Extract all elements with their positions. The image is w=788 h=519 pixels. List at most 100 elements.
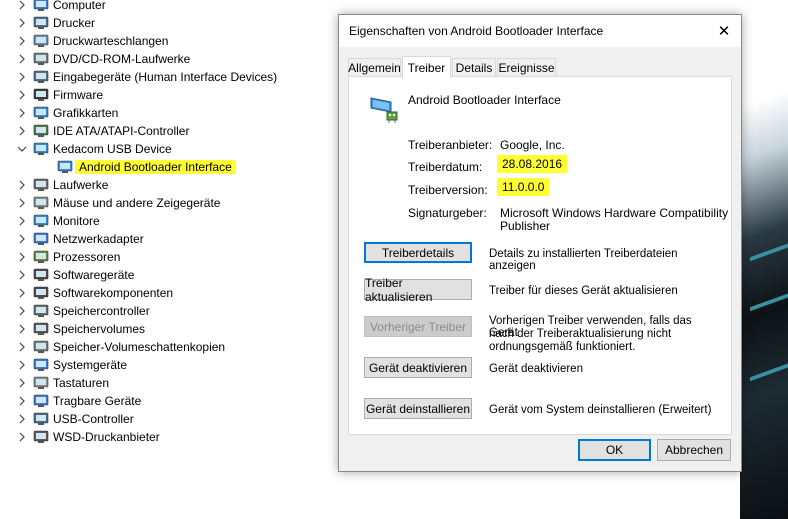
tree-item[interactable]: Speichervolumes bbox=[17, 320, 145, 338]
chevron-right-icon[interactable] bbox=[17, 104, 27, 122]
tree-item[interactable]: Laufwerke bbox=[17, 176, 108, 194]
system-device-icon bbox=[33, 357, 49, 373]
print-queue-icon bbox=[33, 33, 49, 49]
tree-item-label: Drucker bbox=[53, 16, 96, 30]
chevron-right-icon[interactable] bbox=[17, 32, 27, 50]
chevron-right-icon[interactable] bbox=[17, 86, 27, 104]
chevron-right-icon[interactable] bbox=[17, 428, 27, 446]
signer-label: Signaturgeber: bbox=[408, 206, 487, 220]
chevron-right-icon[interactable] bbox=[17, 194, 27, 212]
dialog-title: Eigenschaften von Android Bootloader Int… bbox=[349, 24, 604, 38]
tree-item[interactable]: Netzwerkadapter bbox=[17, 230, 144, 248]
close-icon[interactable]: ✕ bbox=[707, 15, 741, 47]
tree-item[interactable]: Drucker bbox=[17, 14, 95, 32]
tree-item[interactable]: WSD-Druckanbieter bbox=[17, 428, 160, 446]
tree-item[interactable]: Tragbare Geräte bbox=[17, 392, 141, 410]
hid-icon bbox=[33, 69, 49, 85]
tree-item-label: Android Bootloader Interface bbox=[75, 160, 236, 174]
chevron-right-icon[interactable] bbox=[17, 320, 27, 338]
ide-controller-icon bbox=[33, 123, 49, 139]
tree-item-label: Computer bbox=[53, 0, 106, 12]
cancel-button[interactable]: Abbrechen bbox=[657, 439, 731, 461]
driver-details-button[interactable]: Treiberdetails bbox=[364, 242, 472, 263]
tree-item[interactable]: USB-Controller bbox=[17, 410, 134, 428]
chevron-right-icon[interactable] bbox=[17, 0, 27, 14]
tree-item-label: Monitore bbox=[53, 214, 100, 228]
chevron-right-icon[interactable] bbox=[17, 374, 27, 392]
driver-date-label: Treiberdatum: bbox=[408, 160, 483, 174]
tree-item[interactable]: Druckwarteschlangen bbox=[17, 32, 168, 50]
tree-item-label: Speichercontroller bbox=[53, 304, 150, 318]
tree-item[interactable]: Android Bootloader Interface bbox=[57, 158, 236, 176]
tree-item[interactable]: Monitore bbox=[17, 212, 100, 230]
driver-version-value-wrap: 11.0.0.0 bbox=[497, 178, 550, 196]
chevron-right-icon[interactable] bbox=[17, 122, 27, 140]
chevron-right-icon[interactable] bbox=[17, 248, 27, 266]
tree-item-label: IDE ATA/ATAPI-Controller bbox=[53, 124, 190, 138]
chevron-right-icon[interactable] bbox=[17, 338, 27, 356]
keyboard-icon bbox=[33, 375, 49, 391]
chevron-right-icon[interactable] bbox=[17, 410, 27, 428]
tab-details[interactable]: Details bbox=[452, 58, 496, 77]
disable-device-button[interactable]: Gerät deaktivieren bbox=[364, 357, 472, 378]
chevron-right-icon[interactable] bbox=[17, 68, 27, 86]
chevron-right-icon[interactable] bbox=[17, 14, 27, 32]
rollback-driver-button[interactable]: Vorheriger Treiber bbox=[364, 316, 472, 337]
chevron-right-icon[interactable] bbox=[17, 284, 27, 302]
uninstall-device-button[interactable]: Gerät deinstallieren bbox=[364, 398, 472, 419]
tree-item[interactable]: Computer bbox=[17, 0, 106, 14]
monitor-icon bbox=[33, 213, 49, 229]
tree-item[interactable]: Systemgeräte bbox=[17, 356, 127, 374]
tree-item-label: Systemgeräte bbox=[53, 358, 128, 372]
tree-item[interactable]: Softwarekomponenten bbox=[17, 284, 173, 302]
disk-drive-icon bbox=[33, 177, 49, 193]
driver-date-value-wrap: 28.08.2016 bbox=[497, 155, 568, 173]
driver-details-desc: Details zu installierten Treiberdateien … bbox=[489, 248, 678, 272]
usb-device-icon bbox=[33, 141, 49, 157]
chevron-down-icon[interactable] bbox=[17, 140, 27, 158]
chevron-right-icon[interactable] bbox=[17, 302, 27, 320]
chevron-right-icon[interactable] bbox=[17, 212, 27, 230]
ok-button[interactable]: OK bbox=[578, 439, 651, 461]
tree-item-label: Netzwerkadapter bbox=[53, 232, 144, 246]
desktop-background bbox=[740, 0, 788, 519]
tree-item-label: Kedacom USB Device bbox=[53, 142, 172, 156]
tree-item-label: Firmware bbox=[53, 88, 103, 102]
software-component-icon bbox=[33, 285, 49, 301]
provider-label: Treiberanbieter: bbox=[408, 138, 493, 152]
tree-item[interactable]: DVD/CD-ROM-Laufwerke bbox=[17, 50, 190, 68]
chevron-right-icon[interactable] bbox=[17, 356, 27, 374]
tree-item[interactable]: Eingabegeräte (Human Interface Devices) bbox=[17, 68, 277, 86]
update-driver-desc: Treiber für dieses Gerät aktualisieren bbox=[489, 285, 678, 297]
chevron-right-icon[interactable] bbox=[17, 50, 27, 68]
chevron-right-icon[interactable] bbox=[17, 230, 27, 248]
tree-item-label: Speichervolumes bbox=[53, 322, 146, 336]
tree-item-label: Eingabegeräte (Human Interface Devices) bbox=[53, 70, 278, 84]
dialog-titlebar[interactable]: Eigenschaften von Android Bootloader Int… bbox=[339, 15, 741, 47]
tree-item[interactable]: Mäuse und andere Zeigegeräte bbox=[17, 194, 220, 212]
tab-allgemein[interactable]: Allgemein bbox=[348, 58, 401, 77]
tree-item[interactable]: Firmware bbox=[17, 86, 103, 104]
tab-ereignisse[interactable]: Ereignisse bbox=[497, 58, 556, 77]
tree-item[interactable]: Speichercontroller bbox=[17, 302, 150, 320]
tree-item-label: Grafikkarten bbox=[53, 106, 119, 120]
tree-item[interactable]: Grafikkarten bbox=[17, 104, 118, 122]
tree-item-label: Speicher-Volumeschattenkopien bbox=[53, 340, 226, 354]
storage-controller-icon bbox=[33, 303, 49, 319]
tree-item[interactable]: Tastaturen bbox=[17, 374, 109, 392]
dvd-drive-icon bbox=[33, 51, 49, 67]
tree-item[interactable]: IDE ATA/ATAPI-Controller bbox=[17, 122, 189, 140]
rollback-driver-desc-line2: nach der Treiberaktualisierung nicht bbox=[489, 328, 672, 340]
chevron-right-icon[interactable] bbox=[17, 266, 27, 284]
tree-item[interactable]: Speicher-Volumeschattenkopien bbox=[17, 338, 225, 356]
chevron-right-icon[interactable] bbox=[17, 176, 27, 194]
chevron-right-icon[interactable] bbox=[17, 392, 27, 410]
update-driver-button[interactable]: Treiber aktualisieren bbox=[364, 276, 472, 304]
tree-item-label: WSD-Druckanbieter bbox=[53, 430, 160, 444]
device-tree: Computer Drucker Druckwarteschlangen DVD/CD… bbox=[0, 0, 340, 519]
tab-treiber[interactable]: Treiber bbox=[402, 56, 451, 78]
portable-device-icon bbox=[33, 393, 49, 409]
tree-item[interactable]: Kedacom USB Device bbox=[17, 140, 172, 158]
tree-item[interactable]: Softwaregeräte bbox=[17, 266, 134, 284]
tree-item[interactable]: Prozessoren bbox=[17, 248, 120, 266]
